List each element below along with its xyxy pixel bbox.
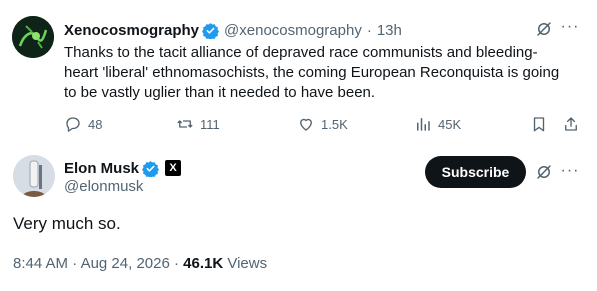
share-icon [565,117,577,131]
views-button[interactable]: 45K [414,113,461,135]
repost-count: 111 [200,116,220,132]
grok-icon[interactable] [535,20,553,38]
like-icon [300,118,312,131]
views-count: 45K [438,116,462,132]
author-name[interactable]: Elon Musk [64,160,139,177]
author-name[interactable]: Xenocosmography [64,22,199,39]
reply-icon [66,117,80,132]
more-options-button[interactable]: ··· [558,19,582,38]
verified-badge-icon [202,22,220,40]
avatar-art-icon [12,16,54,58]
post-text: Very much so. [13,214,121,233]
avatar[interactable] [13,155,55,197]
views-label: Views [227,255,268,272]
views-icon [417,118,430,131]
post-header: Xenocosmography @xenocosmography · 13h [64,20,402,40]
avatar-rocket-icon [13,155,55,197]
verified-badge-icon [142,160,160,178]
views-count: 46.1K [183,255,224,272]
post-header: Elon Musk X [64,158,182,178]
share-button[interactable] [562,113,586,135]
reply-button[interactable]: 48 [64,113,102,135]
repost-button[interactable]: 111 [176,113,220,135]
x-affiliate-badge-icon[interactable]: X [165,160,182,176]
author-handle[interactable]: @elonmusk [64,178,143,195]
repost-icon [177,120,193,128]
post-meta: 8:44 AM · Aug 24, 2026 · 46.1K Views [13,255,267,272]
grok-icon[interactable] [535,163,553,181]
post-date[interactable]: Aug 24, 2026 [81,255,170,272]
bookmark-icon [533,117,545,132]
reply-count: 48 [88,116,103,132]
post-time[interactable]: 8:44 AM [13,255,68,272]
separator: · [173,255,179,272]
like-count: 1.5K [321,116,348,132]
bookmark-button[interactable] [530,113,554,135]
more-options-button[interactable]: ··· [558,163,582,182]
separator: · [366,21,372,39]
like-button[interactable]: 1.5K [297,113,348,135]
subscribe-button[interactable]: Subscribe [425,156,526,188]
post-time[interactable]: 13h [377,22,402,39]
post-text: Thanks to the tacit alliance of depraved… [64,44,560,101]
separator: · [72,255,78,272]
avatar[interactable] [12,16,54,58]
parent-post[interactable]: Xenocosmography @xenocosmography · 13h ·… [0,0,597,145]
author-handle[interactable]: @xenocosmography [224,22,362,39]
